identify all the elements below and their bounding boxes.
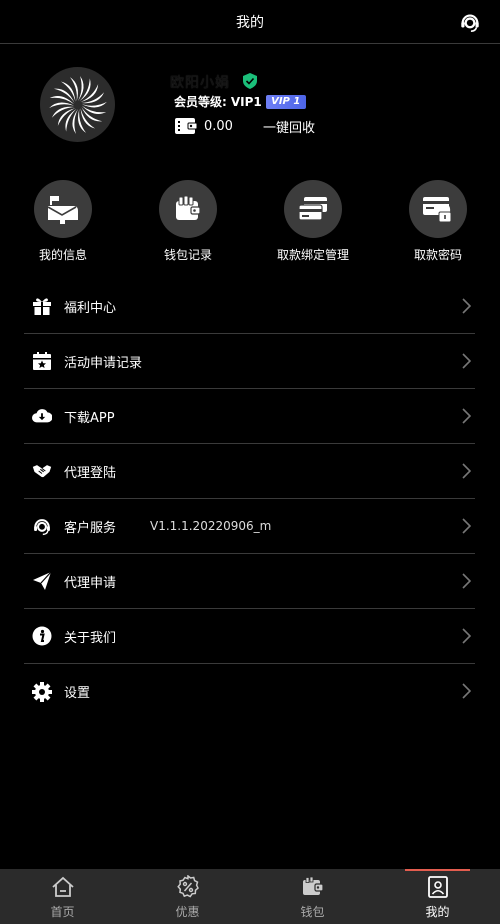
- discount-icon: [176, 875, 199, 898]
- vip-badge: VIP 1: [265, 94, 306, 109]
- nav-wallet[interactable]: 钱包: [250, 869, 375, 924]
- nav-label: 首页: [50, 905, 75, 919]
- top-header: 我的: [0, 0, 500, 44]
- quick-action-label: 钱包记录: [163, 248, 212, 262]
- quick-action-wallet-records[interactable]: 钱包记录: [138, 180, 238, 263]
- page-title: 我的: [236, 14, 264, 31]
- chevron-right-icon: [462, 518, 471, 534]
- chevron-right-icon: [462, 573, 471, 589]
- username: 欧阳小娟: [170, 75, 230, 91]
- menu-list: 福利中心 活动申请记录 下载APP 代理登陆 客户服务 V1.1.1.20220…: [24, 279, 475, 719]
- menu-item-label: 活动申请记录: [64, 355, 143, 371]
- menu-item-label: 客户服务: [64, 520, 117, 536]
- balance-value: 0.00: [204, 118, 233, 134]
- card-icon: [284, 180, 342, 238]
- menu-item-label: 下载APP: [64, 410, 115, 426]
- one-click-recall-button[interactable]: 一键回收: [263, 117, 315, 136]
- member-level-label: 会员等级:: [174, 95, 227, 109]
- menu-item-activity-records[interactable]: 活动申请记录: [24, 334, 475, 389]
- quick-action-withdraw-binding[interactable]: 取款绑定管理: [263, 180, 363, 263]
- paper-plane-icon: [32, 571, 52, 591]
- menu-item-welfare-center[interactable]: 福利中心: [24, 279, 475, 334]
- home-icon: [51, 876, 74, 897]
- member-level-value: VIP1: [230, 94, 262, 109]
- shield-check-icon: [243, 73, 257, 89]
- app-version: V1.1.1.20220906_m: [150, 519, 272, 533]
- wallet-icon: [302, 876, 324, 895]
- gift-icon: [32, 296, 52, 316]
- menu-item-agent-application[interactable]: 代理申请: [24, 554, 475, 609]
- profile-section: 欧阳小娟 会员等级: VIP1 VIP 1 0.00 一键回收: [0, 44, 500, 174]
- headset-icon: [32, 516, 52, 536]
- nav-home[interactable]: 首页: [0, 869, 125, 924]
- quick-actions: 我的信息 钱包记录 取款绑定管理 取款密码: [0, 180, 500, 270]
- chevron-right-icon: [462, 408, 471, 424]
- menu-item-about-us[interactable]: 关于我们: [24, 609, 475, 664]
- menu-item-customer-service[interactable]: 客户服务 V1.1.1.20220906_m: [24, 499, 475, 554]
- mailbox-icon: [34, 180, 92, 238]
- card-lock-icon: [409, 180, 467, 238]
- quick-action-label: 取款密码: [413, 248, 462, 262]
- headset-icon[interactable]: [458, 10, 482, 34]
- active-indicator: [405, 869, 470, 871]
- chevron-right-icon: [462, 463, 471, 479]
- info-icon: [32, 626, 52, 646]
- balance-row: 0.00 一键回收: [174, 116, 315, 136]
- quick-action-my-info[interactable]: 我的信息: [13, 180, 113, 263]
- chevron-right-icon: [462, 683, 471, 699]
- handshake-icon: [32, 461, 52, 481]
- chevron-right-icon: [462, 353, 471, 369]
- wallet-icon: [159, 180, 217, 238]
- quick-action-label: 我的信息: [38, 248, 87, 262]
- menu-item-label: 福利中心: [64, 300, 117, 316]
- nav-mine[interactable]: 我的: [375, 869, 500, 924]
- menu-item-download-app[interactable]: 下载APP: [24, 389, 475, 444]
- app-root: 我的 欧阳小娟 会员等级: VIP1 VIP 1 0.00 一键回收 我的信息 …: [0, 0, 500, 924]
- menu-item-settings[interactable]: 设置: [24, 664, 475, 719]
- chevron-right-icon: [462, 298, 471, 314]
- cloud-download-icon: [32, 406, 52, 426]
- nav-promotions[interactable]: 优惠: [125, 869, 250, 924]
- member-level-row: 会员等级: VIP1 VIP 1: [174, 93, 306, 110]
- profile-icon: [427, 876, 448, 898]
- wallet-icon: [174, 116, 198, 136]
- nav-label: 钱包: [300, 905, 325, 919]
- menu-item-label: 代理申请: [64, 575, 117, 591]
- quick-action-label: 取款绑定管理: [276, 248, 349, 262]
- avatar[interactable]: [40, 67, 115, 142]
- menu-item-label: 设置: [64, 686, 91, 701]
- menu-item-label: 关于我们: [64, 630, 117, 646]
- menu-item-agent-login[interactable]: 代理登陆: [24, 444, 475, 499]
- nav-label: 优惠: [175, 905, 200, 919]
- calendar-star-icon: [32, 351, 52, 371]
- nav-label: 我的: [425, 905, 450, 919]
- menu-item-label: 代理登陆: [64, 465, 117, 481]
- quick-action-withdraw-password[interactable]: 取款密码: [388, 180, 488, 263]
- bottom-nav: 首页 优惠 钱包 我的: [0, 869, 500, 924]
- gear-icon: [32, 681, 52, 702]
- chevron-right-icon: [462, 628, 471, 644]
